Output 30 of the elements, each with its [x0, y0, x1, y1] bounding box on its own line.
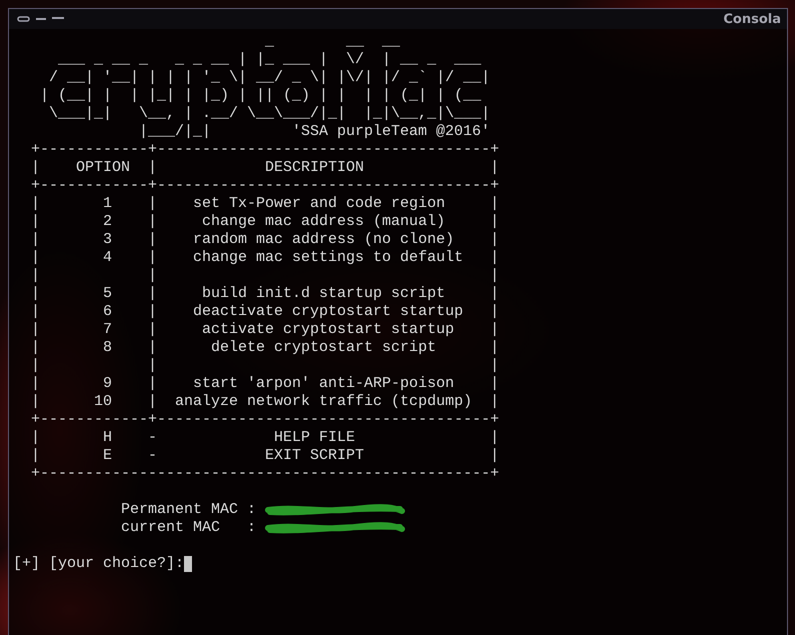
menu-table-line: | 1 | set Tx-Power and code region |: [31, 195, 500, 213]
menu-table-line: | 7 | activate cryptostart startup |: [31, 321, 500, 339]
menu-table-line: | E - EXIT SCRIPT |: [31, 447, 500, 465]
menu-table-line: +------------+-------------------------------------+: [31, 177, 500, 195]
menu-table-line: | 2 | change mac address (manual) |: [31, 213, 500, 231]
text-cursor: [184, 556, 192, 572]
mac-label: current MAC :: [121, 519, 256, 537]
banner-ascii-art: |___/|_|: [139, 123, 212, 141]
menu-table-line: +------------+-------------------------------------+: [31, 141, 500, 159]
menu-table-line: | 4 | change mac settings to default |: [31, 249, 500, 267]
menu-table-line: +--------------------------------------------------+: [31, 465, 500, 483]
prompt-text: [+] [your choice?]:: [13, 555, 184, 573]
menu-table-line: | 5 | build init.d startup script |: [31, 285, 500, 303]
pill-icon[interactable]: [17, 16, 30, 22]
menu-table-line: | 6 | deactivate cryptostart startup |: [31, 303, 500, 321]
dash-icon[interactable]: [52, 17, 64, 21]
menu-table-line: | | |: [31, 357, 500, 375]
menu-table-line: +------------+-------------------------------------+: [31, 411, 500, 429]
menu-table-line: | 3 | random mac address (no clone) |: [31, 231, 500, 249]
menu-table-line: | OPTION | DESCRIPTION |: [31, 159, 500, 177]
menu-table-line: | H - HELP FILE |: [31, 429, 500, 447]
menu-table-line: | 10 | analyze network traffic (tcpdump) |: [31, 393, 500, 411]
mac-label: Permanent MAC :: [121, 501, 256, 519]
banner-ascii-art: _ __ __ ___ _ __ _ _ _ __ | |_ ___ | \/ | __ _ ___ / __| '__| | | | '_ \| __/ _ \| |\/| |/ _` |/ __| | (__| | | |_| | |_) | || (_) | | | | (_| | (__ \___|_| \__, | .__/ \__\___/|_| |_|\__,_|\___|: [40, 33, 490, 123]
menu-table-line: | 8 | delete cryptostart script |: [31, 339, 500, 357]
window-title: Consola: [723, 12, 781, 26]
menu-table-line: | | |: [31, 267, 500, 285]
dash-icon[interactable]: [36, 17, 46, 21]
menu-table-line: | 9 | start 'arpon' anti-ARP-poison |: [31, 375, 500, 393]
credit-text: 'SSA purpleTeam @2016': [292, 123, 490, 141]
